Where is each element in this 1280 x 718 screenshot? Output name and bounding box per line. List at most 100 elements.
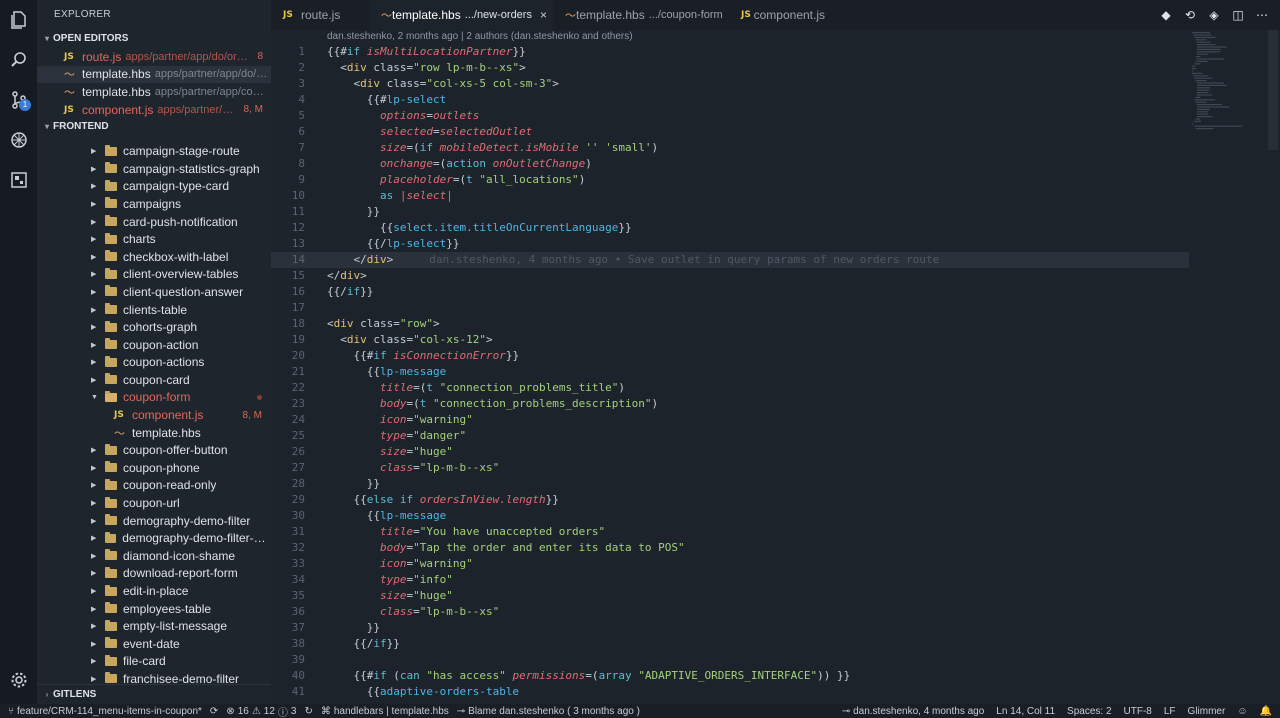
- scrollbar[interactable]: [1268, 30, 1278, 150]
- tree-file[interactable]: 〜 template.hbs: [37, 424, 271, 442]
- files-icon[interactable]: [0, 0, 37, 40]
- code-line[interactable]: 14 </div> dan.steshenko, 4 months ago • S…: [271, 252, 1189, 268]
- cursor-position[interactable]: Ln 14, Col 11: [996, 706, 1055, 717]
- open-changes-icon[interactable]: ⟲: [1182, 7, 1198, 23]
- code-line[interactable]: 16 {{/if}}: [271, 284, 1280, 300]
- code-line[interactable]: 15 </div>: [271, 268, 1280, 284]
- code-line[interactable]: 41 {{adaptive-orders-table: [271, 684, 1280, 700]
- open-editor-item[interactable]: JS component.jsapps/partner/app... 8, M: [37, 101, 271, 119]
- code-line[interactable]: 21 {{lp-message: [271, 364, 1280, 380]
- code-line[interactable]: 25 type="danger": [271, 428, 1280, 444]
- code-line[interactable]: 31 title="You have unaccepted orders": [271, 524, 1280, 540]
- code-line[interactable]: 9 placeholder=(t "all_locations"): [271, 172, 1280, 188]
- notifications-icon[interactable]: 🔔: [1260, 706, 1272, 717]
- tree-folder[interactable]: ▶ clients-table: [37, 301, 271, 319]
- language-status[interactable]: ⌘ handlebars | template.hbs: [321, 706, 449, 717]
- tree-folder[interactable]: ▶ campaign-type-card: [37, 178, 271, 196]
- code-line[interactable]: 34 type="info": [271, 572, 1280, 588]
- debug-icon[interactable]: [0, 120, 37, 160]
- code-line[interactable]: 36 class="lp-m-b--xs": [271, 604, 1280, 620]
- open-editor-item[interactable]: JS route.js apps/partner/app/do/order... 8: [37, 48, 271, 66]
- source-control-icon[interactable]: 1: [0, 80, 37, 120]
- blame-status[interactable]: ⊸ Blame dan.steshenko ( 3 months ago ): [457, 706, 640, 717]
- minimap[interactable]: [1190, 30, 1280, 150]
- feedback-icon[interactable]: ☺: [1237, 706, 1247, 717]
- tree-folder[interactable]: ▶ coupon-action: [37, 336, 271, 354]
- tree-folder[interactable]: ▶ demography-demo-filter-opt...: [37, 529, 271, 547]
- tree-folder[interactable]: ▶ charts: [37, 230, 271, 248]
- sync-status[interactable]: ⟳: [210, 706, 218, 717]
- tree-folder[interactable]: ▶ checkbox-with-label: [37, 248, 271, 266]
- code-line[interactable]: 18 <div class="row">: [271, 316, 1280, 332]
- tree-folder[interactable]: ▶ event-date: [37, 635, 271, 653]
- tree-folder[interactable]: ▶ client-overview-tables: [37, 266, 271, 284]
- encoding-status[interactable]: UTF-8: [1124, 706, 1152, 717]
- code-editor[interactable]: dan.steshenko, 2 months ago | 2 authors …: [271, 30, 1280, 704]
- git-commit-icon[interactable]: ◈: [1206, 7, 1222, 23]
- open-editors-header[interactable]: ▾ OPEN EDITORS: [37, 30, 271, 48]
- code-line[interactable]: 33 icon="warning": [271, 556, 1280, 572]
- settings-gear-icon[interactable]: [0, 660, 37, 700]
- code-line[interactable]: 7 size=(if mobileDetect.isMobile '' 'sma…: [271, 140, 1280, 156]
- tree-folder[interactable]: ▶ coupon-actions: [37, 354, 271, 372]
- tree-folder[interactable]: ▶ diamond-icon-shame: [37, 547, 271, 565]
- tree-folder[interactable]: ▶ download-report-form: [37, 565, 271, 583]
- code-line[interactable]: 17: [271, 300, 1280, 316]
- open-editor-item[interactable]: 〜 template.hbs apps/partner/app/compo...: [37, 83, 271, 101]
- code-line[interactable]: 1 {{#if isMultiLocationPartner}}: [271, 44, 1280, 60]
- codelens-blame[interactable]: dan.steshenko, 2 months ago | 2 authors …: [271, 30, 1280, 44]
- indentation-status[interactable]: Spaces: 2: [1067, 706, 1111, 717]
- gitlens-header[interactable]: › GITLENS: [37, 684, 271, 704]
- tree-folder[interactable]: ▶ employees-table: [37, 600, 271, 618]
- code-line[interactable]: 38 {{/if}}: [271, 636, 1280, 652]
- code-line[interactable]: 12 {{select.item.titleOnCurrentLanguage}…: [271, 220, 1280, 236]
- extensions-icon[interactable]: [0, 160, 37, 200]
- code-line[interactable]: 32 body="Tap the order and enter its dat…: [271, 540, 1280, 556]
- tree-folder[interactable]: ▶ card-push-notification: [37, 213, 271, 231]
- open-editor-item[interactable]: 〜 template.hbsapps/partner/app/do/orde...: [37, 65, 271, 84]
- more-actions-icon[interactable]: ⋯: [1254, 7, 1270, 23]
- frontend-header[interactable]: ▾ FRONTEND: [37, 118, 271, 136]
- tree-folder[interactable]: ▶ edit-in-place: [37, 582, 271, 600]
- close-icon[interactable]: ×: [540, 8, 547, 22]
- code-line[interactable]: 4 {{#lp-select: [271, 92, 1280, 108]
- code-line[interactable]: 8 onchange=(action onOutletChange): [271, 156, 1280, 172]
- tab-template-hbs[interactable]: 〜 template.hbs .../coupon-form: [553, 0, 729, 30]
- code-line[interactable]: 27 class="lp-m-b--xs": [271, 460, 1280, 476]
- code-line[interactable]: 26 size="huge": [271, 444, 1280, 460]
- tree-folder[interactable]: ▶ coupon-url: [37, 494, 271, 512]
- code-line[interactable]: 19 <div class="col-xs-12">: [271, 332, 1280, 348]
- code-line[interactable]: 24 icon="warning": [271, 412, 1280, 428]
- tree-folder[interactable]: ▶ empty-list-message: [37, 617, 271, 635]
- code-line[interactable]: 40 {{#if (can "has access" permissions=(…: [271, 668, 1280, 684]
- tree-folder[interactable]: ▶ coupon-phone: [37, 459, 271, 477]
- problems-status[interactable]: ⊗ 16 ⚠ 12 ⓘ 3: [226, 704, 296, 718]
- search-icon[interactable]: [0, 40, 37, 80]
- tab-template-hbs[interactable]: 〜 template.hbs .../new-orders ×: [369, 0, 553, 30]
- eol-status[interactable]: LF: [1164, 706, 1176, 717]
- tree-folder[interactable]: ▶ demography-demo-filter: [37, 512, 271, 530]
- code-line[interactable]: 28 }}: [271, 476, 1280, 492]
- theme-status[interactable]: Glimmer: [1188, 706, 1226, 717]
- code-line[interactable]: 20 {{#if isConnectionError}}: [271, 348, 1280, 364]
- code-line[interactable]: 37 }}: [271, 620, 1280, 636]
- code-line[interactable]: 11 }}: [271, 204, 1280, 220]
- line-blame-status[interactable]: ⊸ dan.steshenko, 4 months ago: [842, 706, 984, 717]
- code-line[interactable]: 29 {{else if ordersInView.length}}: [271, 492, 1280, 508]
- tree-folder[interactable]: ▶ campaigns: [37, 195, 271, 213]
- tree-folder[interactable]: ▶ campaign-stage-route: [37, 142, 271, 160]
- code-line[interactable]: 10 as |select|: [271, 188, 1280, 204]
- branch-status[interactable]: ⑂ feature/CRM-114_menu-items-in-coupon*: [8, 706, 202, 717]
- tree-folder[interactable]: ▶ campaign-statistics-graph: [37, 160, 271, 178]
- code-line[interactable]: 23 body=(t "connection_problems_descript…: [271, 396, 1280, 412]
- tree-file[interactable]: JS component.js 8, M: [37, 406, 271, 424]
- tree-folder[interactable]: ▼ coupon-form: [37, 389, 271, 407]
- tree-folder[interactable]: ▶ file-card: [37, 653, 271, 671]
- code-line[interactable]: 22 title=(t "connection_problems_title"): [271, 380, 1280, 396]
- tab-route-js[interactable]: JS route.js: [271, 0, 369, 30]
- code-line[interactable]: 3 <div class="col-xs-5 col-sm-3">: [271, 76, 1280, 92]
- code-line[interactable]: 30 {{lp-message: [271, 508, 1280, 524]
- refresh-status[interactable]: ↻: [304, 706, 312, 717]
- tree-folder[interactable]: ▶ client-question-answer: [37, 283, 271, 301]
- tree-folder[interactable]: ▶ cohorts-graph: [37, 318, 271, 336]
